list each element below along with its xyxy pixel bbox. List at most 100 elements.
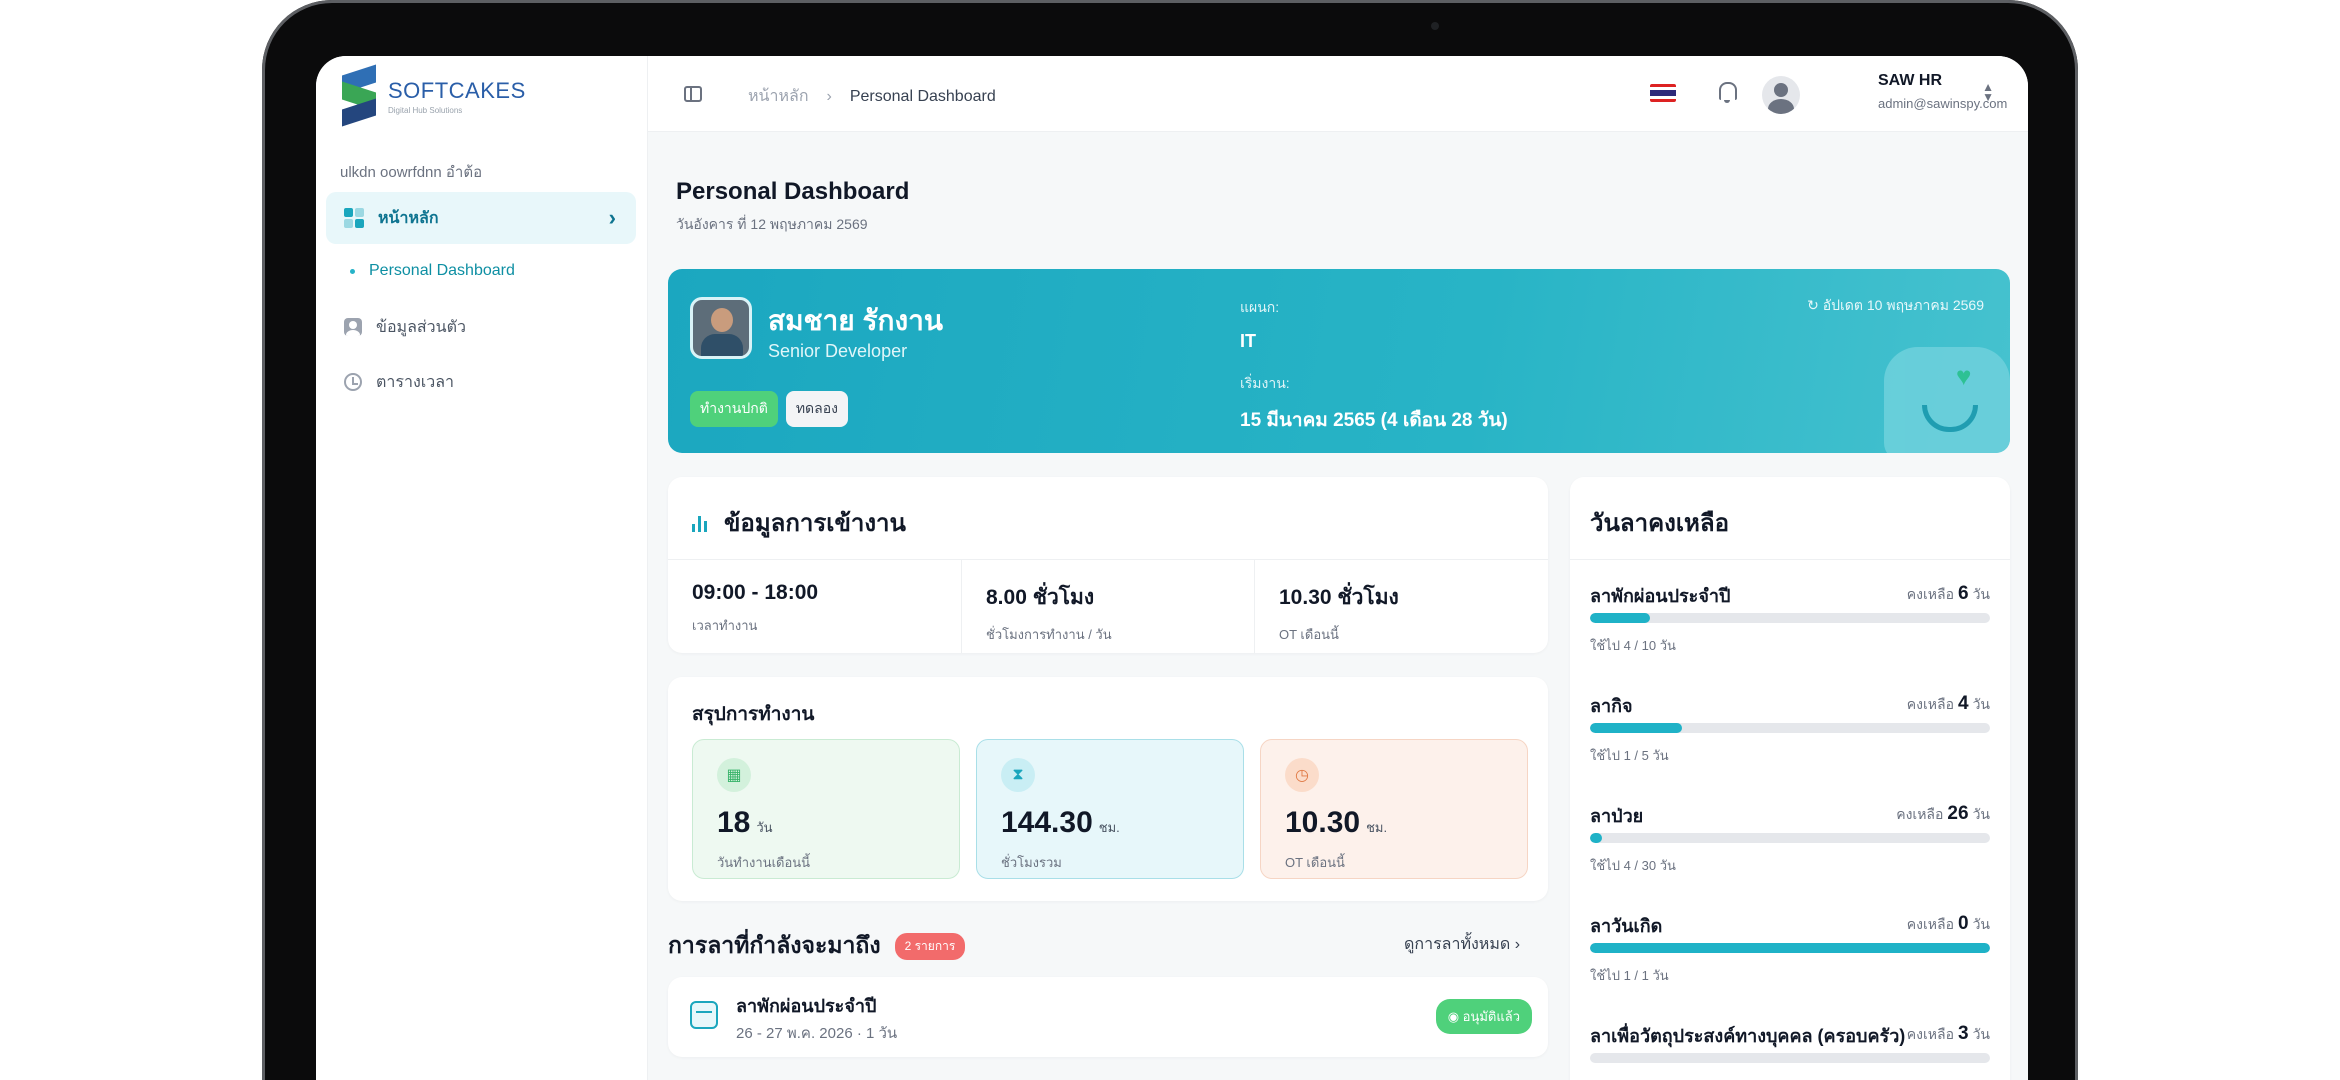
page-date: วันอังคาร ที่ 12 พฤษภาคม 2569 bbox=[676, 216, 868, 232]
breadcrumb-home[interactable]: หน้าหลัก bbox=[748, 84, 809, 109]
remaining-unit: วัน bbox=[1972, 806, 1990, 822]
profile-banner: สมชาย รักงาน Senior Developer ทำงานปกติ … bbox=[668, 269, 2010, 453]
leave-progress-track bbox=[1590, 613, 1990, 623]
chevron-updown-icon[interactable]: ▲ ▼ bbox=[1982, 81, 1994, 103]
stat-total-hours: ⧗ 144.30 ชม. ชั่วโมงรวม bbox=[976, 739, 1244, 879]
leave-balance-item: ลาป่วย คงเหลือ 26 วัน ใช้ไป 4 / 30 วัน bbox=[1590, 801, 1990, 897]
leave-progress-track bbox=[1590, 943, 1990, 953]
work-hours-label: เวลาทำงาน bbox=[692, 618, 758, 633]
stat-value: 144.30 bbox=[1001, 806, 1093, 839]
leave-balance-item: ลาเพื่อวัตถุประสงค์ทางบุคคล (ครอบครัว) ค… bbox=[1590, 1021, 1990, 1080]
leave-used: ใช้ไป 4 / 30 วัน bbox=[1590, 858, 1676, 873]
chevron-right-icon: › bbox=[608, 205, 616, 230]
attendance-item: 8.00 ชั่วโมง ชั่วโมงการทำงาน / วัน bbox=[961, 559, 1254, 653]
stat-unit: ชม. bbox=[1366, 820, 1388, 835]
leave-name: ลาพักผ่อนประจำปี bbox=[736, 996, 877, 1016]
leave-used: ใช้ไป 1 / 5 วัน bbox=[1590, 748, 1669, 763]
attendance-item: 09:00 - 18:00 เวลาทำงาน bbox=[668, 559, 961, 653]
leave-used: ใช้ไป 4 / 10 วัน bbox=[1590, 638, 1676, 653]
nav-section-label: ulkdn oowrfdnn อำต้อ bbox=[340, 164, 483, 181]
leave-progress-fill bbox=[1590, 723, 1682, 733]
profile-name: สมชาย รักงาน bbox=[768, 305, 943, 336]
stat-workdays: ▦ 18 วัน วันทำงานเดือนนี้ bbox=[692, 739, 960, 879]
user-icon bbox=[344, 318, 362, 336]
remaining-value: 6 bbox=[1957, 583, 1969, 604]
stat-value: 10.30 bbox=[1285, 806, 1361, 839]
hourglass-icon: ⧗ bbox=[1001, 758, 1035, 792]
remaining-value: 0 bbox=[1957, 913, 1969, 934]
sidebar-item-label: ข้อมูลส่วนตัว bbox=[376, 318, 466, 336]
bell-icon[interactable] bbox=[1716, 80, 1738, 104]
sidebar-item-home[interactable]: หน้าหลัก › bbox=[326, 192, 636, 244]
leave-type: ลาพักผ่อนประจำปี bbox=[1590, 586, 1731, 606]
sidebar-item-label: หน้าหลัก bbox=[378, 209, 439, 227]
sidebar-toggle-icon[interactable] bbox=[684, 86, 702, 102]
leave-date: 26 - 27 พ.ค. 2026 · 1 วัน bbox=[736, 1025, 898, 1042]
stat-label: วันทำงานเดือนนี้ bbox=[717, 855, 811, 870]
stat-unit: วัน bbox=[756, 820, 773, 835]
remaining-label: คงเหลือ bbox=[1906, 916, 1954, 932]
page-title: Personal Dashboard bbox=[676, 178, 910, 205]
daily-hours-value: 8.00 ชั่วโมง bbox=[986, 586, 1095, 609]
sidebar-item-profile[interactable]: ข้อมูลส่วนตัว bbox=[326, 301, 636, 353]
upcoming-leave-item[interactable]: ลาพักผ่อนประจำปี 26 - 27 พ.ค. 2026 · 1 ว… bbox=[668, 977, 1548, 1057]
sidebar-item-label: ตารางเวลา bbox=[376, 373, 455, 391]
mascot-illustration bbox=[1884, 347, 2010, 453]
daily-hours-label: ชั่วโมงการทำงาน / วัน bbox=[986, 627, 1112, 642]
upcoming-leave-header: การลาที่กำลังจะมาถึง 2 รายการ bbox=[668, 928, 966, 964]
remaining-label: คงเหลือ bbox=[1906, 586, 1954, 602]
sidebar-item-schedule[interactable]: ตารางเวลา bbox=[326, 356, 636, 408]
last-updated: ↻ อัปเดต 10 พฤษภาคม 2569 bbox=[1807, 297, 1984, 313]
stopwatch-icon: ◷ bbox=[1285, 758, 1319, 792]
remaining-value: 3 bbox=[1957, 1023, 1969, 1044]
bullet-icon bbox=[350, 268, 355, 274]
leave-progress-track bbox=[1590, 833, 1990, 843]
logo-name: SOFTCAKES bbox=[388, 77, 526, 103]
leave-type: ลาวันเกิด bbox=[1590, 916, 1663, 936]
leave-type: ลาเพื่อวัตถุประสงค์ทางบุคคล (ครอบครัว) bbox=[1590, 1026, 1906, 1046]
department-label: แผนก: bbox=[1240, 299, 1280, 315]
bar-chart-icon bbox=[692, 514, 710, 532]
clock-icon bbox=[344, 373, 362, 391]
stat-label: OT เดือนนี้ bbox=[1285, 855, 1345, 870]
leave-type: ลากิจ bbox=[1590, 696, 1633, 716]
stat-ot-hours: ◷ 10.30 ชม. OT เดือนนี้ bbox=[1260, 739, 1528, 879]
work-summary-card: สรุปการทำงาน ▦ 18 วัน วันทำงานเดือนนี้ ⧗ … bbox=[668, 677, 1548, 901]
remaining-unit: วัน bbox=[1972, 916, 1990, 932]
logo-mark-icon bbox=[342, 64, 378, 127]
remaining-unit: วัน bbox=[1972, 586, 1990, 602]
stat-value: 18 bbox=[717, 806, 751, 839]
leave-progress-fill bbox=[1590, 833, 1602, 843]
leave-progress-fill bbox=[1590, 943, 1990, 953]
attendance-title: ข้อมูลการเข้างาน bbox=[724, 510, 906, 537]
sidebar-item-label: Personal Dashboard bbox=[369, 262, 515, 279]
start-date-value: 15 มีนาคม 2565 (4 เดือน 28 วัน) bbox=[1240, 410, 1508, 431]
sidebar: SOFTCAKES Digital Hub Solutions ulkdn oo… bbox=[316, 56, 648, 1080]
app-screen: SOFTCAKES Digital Hub Solutions ulkdn oo… bbox=[316, 56, 2028, 1080]
calendar-icon: ▦ bbox=[717, 758, 751, 792]
profile-role: Senior Developer bbox=[768, 341, 908, 361]
ot-hours-label: OT เดือนนี้ bbox=[1279, 627, 1339, 642]
logo[interactable]: SOFTCAKES Digital Hub Solutions bbox=[342, 64, 526, 127]
view-all-leave-link[interactable]: ดูการลาทั้งหมด › bbox=[1404, 932, 1520, 957]
camera-dot bbox=[1431, 22, 1439, 30]
work-summary-title: สรุปการทำงาน bbox=[692, 704, 815, 725]
attendance-card: ข้อมูลการเข้างาน 09:00 - 18:00 เวลาทำงาน… bbox=[668, 477, 1548, 653]
remaining-label: คงเหลือ bbox=[1896, 806, 1944, 822]
leave-balance-card: วันลาคงเหลือ ลาพักผ่อนประจำปี คงเหลือ 6 วั… bbox=[1570, 477, 2010, 1080]
sidebar-item-personal-dashboard[interactable]: Personal Dashboard bbox=[350, 262, 515, 280]
thai-flag-icon[interactable] bbox=[1650, 84, 1676, 102]
leave-balance-item: ลาวันเกิด คงเหลือ 0 วัน ใช้ไป 1 / 1 วัน bbox=[1590, 911, 1990, 1007]
avatar[interactable] bbox=[1762, 76, 1800, 114]
status-badge: ทำงานปกติ bbox=[690, 391, 778, 427]
remaining-unit: วัน bbox=[1972, 696, 1990, 712]
calendar-icon bbox=[690, 1001, 718, 1029]
start-date-label: เริ่มงาน: bbox=[1240, 375, 1290, 391]
leave-progress-fill bbox=[1590, 613, 1650, 623]
logo-tagline: Digital Hub Solutions bbox=[388, 105, 463, 115]
leave-balance-title: วันลาคงเหลือ bbox=[1590, 510, 1729, 537]
leave-used: ใช้ไป 1 / 1 วัน bbox=[1590, 968, 1669, 983]
approved-badge: ◉ อนุมัติแล้ว bbox=[1435, 999, 1532, 1034]
stat-unit: ชม. bbox=[1098, 820, 1120, 835]
leave-type: ลาป่วย bbox=[1590, 806, 1644, 826]
